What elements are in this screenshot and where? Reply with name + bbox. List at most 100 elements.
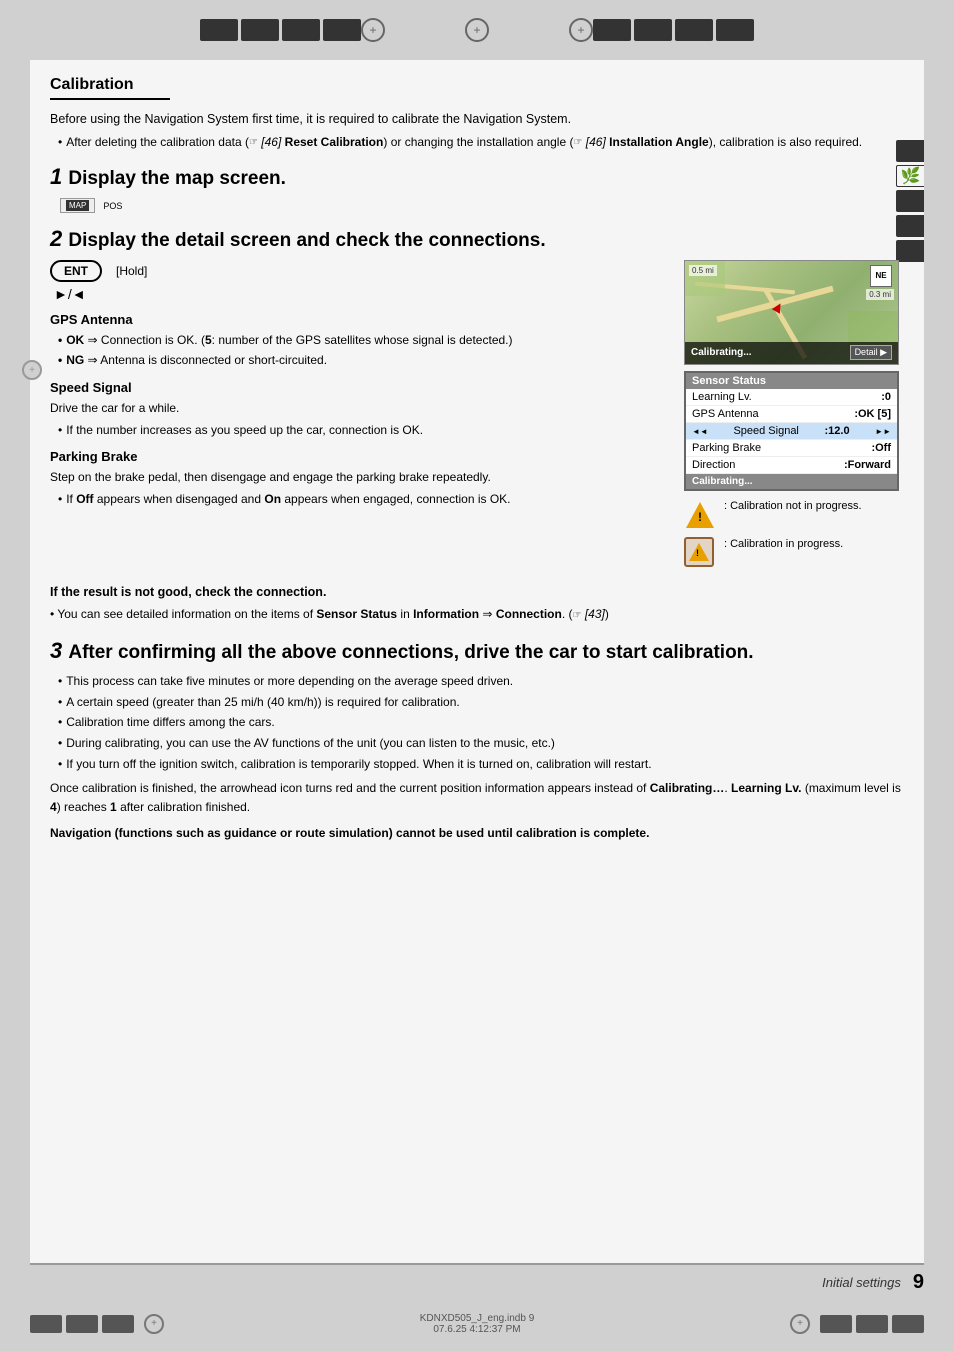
sensor-calibrating-bar: Calibrating...	[686, 474, 897, 489]
calibrating-label: Calibrating...	[691, 347, 752, 358]
parking-brake-bullet-text: If Off appears when disengaged and On ap…	[66, 490, 510, 509]
intro-bullet1-text: After deleting the calibration data (☞ […	[66, 133, 862, 152]
right-tab-4	[896, 240, 924, 262]
page-number: 9	[913, 1271, 924, 1294]
top-tabs-right	[593, 19, 754, 41]
pos-label: POS	[103, 201, 122, 211]
footer-tabs	[30, 1315, 134, 1333]
footer-right: +	[790, 1314, 924, 1334]
map-icon: MAP	[66, 200, 89, 211]
footer-tab-1	[30, 1315, 62, 1333]
calib-in-progress-text: : Calibration in progress.	[724, 537, 843, 552]
step3-bullet1: • This process can take five minutes or …	[58, 672, 904, 691]
parking-brake-heading: Parking Brake	[50, 449, 670, 464]
step3-bullet5: • If you turn off the ignition switch, c…	[58, 755, 904, 774]
parking-brake-value: :Off	[871, 442, 891, 454]
bottom-note1: Once calibration is finished, the arrowh…	[50, 779, 904, 817]
learning-lv-label: Learning Lv.	[692, 391, 752, 403]
map-speed-label: 0.3 mi	[866, 289, 894, 300]
top-crosshair-center	[465, 18, 489, 42]
footer-left: +	[30, 1314, 164, 1334]
right-tab-1	[896, 140, 924, 162]
footer-crosshair-right: +	[790, 1314, 810, 1334]
right-tab-active: 🌿	[896, 165, 924, 187]
page-wrapper: 🌿 + Calibration Before using the Navigat…	[0, 0, 954, 1351]
speed-signal-heading: Speed Signal	[50, 380, 670, 395]
step3-bullet2: • A certain speed (greater than 25 mi/h …	[58, 693, 904, 712]
footer-tabs-right	[820, 1315, 924, 1333]
ent-row: ENT [Hold]	[50, 260, 670, 282]
filename-text: KDNXD505_J_eng.indb 9	[420, 1313, 535, 1324]
parking-brake-bullet: • If Off appears when disengaged and On …	[58, 490, 670, 509]
intro-bullet1: • After deleting the calibration data (☞…	[58, 133, 904, 152]
step3-heading: 3 After confirming all the above connect…	[50, 637, 904, 666]
detail-button[interactable]: Detail ▶	[850, 345, 892, 360]
step1-text: Display the map screen.	[68, 168, 286, 189]
result-note: If the result is not good, check the con…	[50, 583, 904, 602]
timestamp-text: 07.6.25 4:12:37 PM	[420, 1324, 535, 1335]
step3-bullet4-text: During calibrating, you can use the AV f…	[66, 734, 555, 753]
map-button-area: MAP POS	[60, 198, 904, 213]
map-bottom-bar: Calibrating... Detail ▶	[685, 342, 898, 364]
footer-center: KDNXD505_J_eng.indb 9 07.6.25 4:12:37 PM	[420, 1313, 535, 1335]
map-distance-label: 0.5 mi	[689, 265, 717, 276]
step3-bullet2-text: A certain speed (greater than 25 mi/h (4…	[66, 693, 460, 712]
learning-lv-value: :0	[881, 391, 891, 403]
gps-ok-bullet: • OK ⇒ Connection is OK. (5: number of t…	[58, 331, 670, 350]
top-tab-2	[241, 19, 279, 41]
section-label: Initial settings	[822, 1275, 901, 1290]
ent-button[interactable]: ENT	[50, 260, 102, 282]
top-tabs-left	[200, 19, 361, 41]
top-crosshair-left	[361, 18, 385, 42]
intro-text: Before using the Navigation System first…	[50, 110, 904, 129]
top-tab-6	[634, 19, 672, 41]
calib-legend: ! : Calibration not in progress. !	[684, 499, 899, 569]
top-crosshair-right	[569, 18, 593, 42]
top-tab-1	[200, 19, 238, 41]
calib-legend-item2: ! : Calibration in progress.	[684, 537, 899, 569]
parking-brake-label: Parking Brake	[692, 442, 761, 454]
bullet-dot: •	[58, 133, 62, 152]
gps-antenna-heading: GPS Antenna	[50, 312, 670, 327]
footer-tab-4	[820, 1315, 852, 1333]
step3-bullet4: • During calibrating, you can use the AV…	[58, 734, 904, 753]
step3-bullet5-text: If you turn off the ignition switch, cal…	[66, 755, 651, 774]
top-tab-8	[716, 19, 754, 41]
footer-tab-2	[66, 1315, 98, 1333]
step2-heading: 2 Display the detail screen and check th…	[50, 225, 904, 254]
section-title: Calibration	[50, 76, 170, 100]
speed-signal-bullet: • If the number increases as you speed u…	[58, 421, 670, 440]
right-tab-3	[896, 215, 924, 237]
step1-number: 1	[50, 164, 68, 189]
footer-tab-5	[856, 1315, 888, 1333]
speed-signal-label: Speed Signal	[733, 425, 798, 437]
speed-arrow-left	[692, 426, 708, 436]
step2-layout: ENT [Hold] ►/◄ GPS Antenna • OK ⇒ Connec…	[50, 260, 904, 575]
arrow-keys: ►/◄	[54, 286, 670, 302]
top-tab-3	[282, 19, 320, 41]
hold-label: [Hold]	[116, 264, 147, 278]
speed-signal-text: Drive the car for a while.	[50, 399, 670, 418]
top-bar	[0, 0, 954, 60]
step3-bullet3: • Calibration time differs among the car…	[58, 713, 904, 732]
top-tab-7	[675, 19, 713, 41]
main-content: 🌿 + Calibration Before using the Navigat…	[30, 60, 924, 1263]
left-register: +	[22, 360, 42, 380]
map-compass: NE	[870, 265, 892, 287]
direction-value: :Forward	[844, 459, 891, 471]
direction-label: Direction	[692, 459, 735, 471]
footer-tab-3	[102, 1315, 134, 1333]
parking-brake-text: Step on the brake pedal, then disengage …	[50, 468, 670, 487]
step2-left: ENT [Hold] ►/◄ GPS Antenna • OK ⇒ Connec…	[50, 260, 670, 575]
calib-not-progress-text: : Calibration not in progress.	[724, 499, 862, 514]
sensor-row-parking: Parking Brake :Off	[686, 440, 897, 457]
footer-bar: Initial settings 9	[30, 1263, 924, 1296]
map-display: ▲ 0.5 mi 0.3 mi NE Calibrating... Detail…	[684, 260, 899, 365]
step3-text: After confirming all the above connectio…	[68, 642, 753, 663]
step3-section: 3 After confirming all the above connect…	[50, 637, 904, 773]
step2-number: 2	[50, 226, 68, 251]
sensor-row-speed: Speed Signal :12.0	[686, 423, 897, 440]
footer-crosshair-left: +	[144, 1314, 164, 1334]
speed-signal-bullet-text: If the number increases as you speed up …	[66, 421, 423, 440]
map-button[interactable]: MAP	[60, 198, 95, 213]
